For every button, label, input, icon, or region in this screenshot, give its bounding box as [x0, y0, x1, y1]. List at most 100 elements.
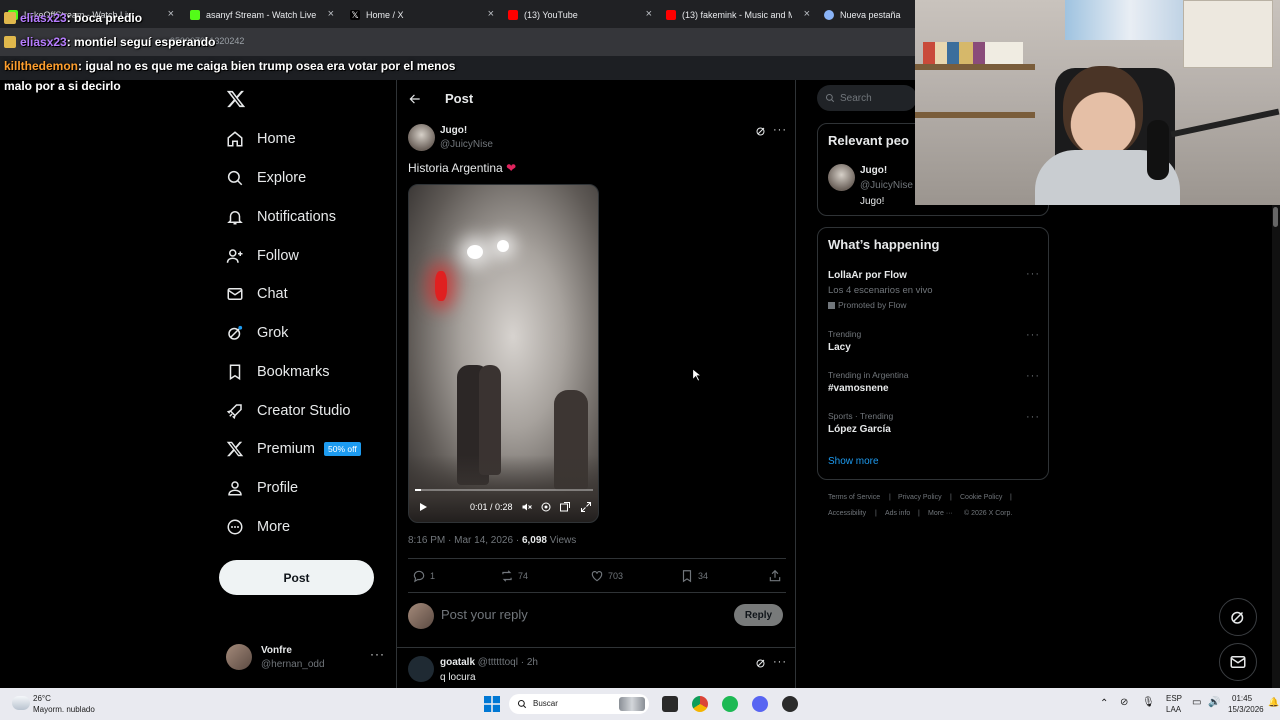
- footer-separator: |: [1010, 494, 1012, 501]
- file-explorer-icon[interactable]: [662, 696, 678, 712]
- windows-start-icon[interactable]: [484, 696, 500, 712]
- footer-link[interactable]: Ads info: [885, 510, 910, 517]
- sidebar-item-notifications[interactable]: Notifications: [226, 205, 336, 229]
- pip-icon[interactable]: [559, 501, 571, 513]
- more-dots-icon[interactable]: ···: [773, 124, 787, 136]
- follow-icon: [226, 249, 243, 263]
- sidebar-item-creator-studio[interactable]: Creator Studio: [226, 399, 351, 423]
- sidebar-item-more[interactable]: More: [226, 515, 290, 539]
- reply-action[interactable]: 1: [412, 569, 435, 583]
- sidebar-item-premium[interactable]: Premium 50% off: [226, 437, 361, 461]
- sidebar-item-profile[interactable]: Profile: [226, 476, 298, 500]
- post-button[interactable]: Post: [219, 560, 374, 595]
- sidebar-item-bookmarks[interactable]: Bookmarks: [226, 360, 330, 384]
- microphone-icon[interactable]: 🎙: [1142, 697, 1155, 708]
- discord-icon[interactable]: [752, 696, 768, 712]
- video-progress-track[interactable]: [415, 489, 593, 491]
- language-top[interactable]: ESP: [1166, 694, 1182, 703]
- divider: [397, 647, 795, 648]
- sidebar-item-follow[interactable]: Follow: [226, 244, 299, 268]
- display-icon[interactable]: ▭: [1192, 697, 1201, 708]
- x-logo-icon[interactable]: [226, 89, 246, 109]
- footer-link[interactable]: Privacy Policy: [898, 494, 942, 501]
- video-player[interactable]: 0:01 / 0:28: [408, 184, 599, 523]
- avatar[interactable]: [408, 656, 434, 682]
- fullscreen-icon[interactable]: [580, 501, 592, 513]
- footer-link[interactable]: Accessibility: [828, 510, 866, 517]
- search-input[interactable]: Search: [817, 85, 917, 111]
- grok-icon[interactable]: [755, 125, 767, 137]
- like-action[interactable]: 703: [590, 569, 623, 583]
- clock-date[interactable]: 15/3/2026: [1228, 705, 1264, 714]
- close-icon[interactable]: ×: [646, 8, 652, 20]
- footer-link[interactable]: Terms of Service: [828, 494, 880, 501]
- account-switcher[interactable]: Vonfre @hernan_odd ···: [226, 644, 386, 674]
- browser-tab[interactable]: Nueva pestaña: [816, 4, 915, 26]
- more-dots-icon[interactable]: ···: [1026, 329, 1040, 341]
- bookmark-action[interactable]: 34: [680, 569, 708, 583]
- close-icon[interactable]: ×: [804, 8, 810, 20]
- close-icon[interactable]: ×: [168, 8, 174, 20]
- reply-input[interactable]: Post your reply: [441, 607, 528, 622]
- author-handle[interactable]: @JuicyNise: [440, 139, 493, 150]
- language-bottom[interactable]: LAA: [1166, 705, 1181, 714]
- trend-title[interactable]: #vamosnene: [828, 383, 889, 394]
- close-icon[interactable]: ×: [328, 8, 334, 20]
- x-logo-icon: 𝕏: [350, 10, 360, 20]
- repost-action[interactable]: 74: [500, 569, 528, 583]
- footer-link[interactable]: Cookie Policy: [960, 494, 1002, 501]
- clock-time[interactable]: 01:45: [1232, 694, 1252, 703]
- relevant-name[interactable]: Jugo!: [860, 165, 887, 176]
- play-icon[interactable]: [417, 501, 429, 513]
- author-name[interactable]: Jugo!: [440, 125, 467, 136]
- browser-tab[interactable]: 𝕏 Home / X ×: [342, 4, 500, 26]
- more-dots-icon[interactable]: ···: [1026, 370, 1040, 382]
- back-arrow-icon[interactable]: [408, 92, 422, 106]
- avatar[interactable]: [828, 164, 855, 191]
- sidebar-item-label: Explore: [257, 170, 307, 186]
- notification-bell-icon[interactable]: 🔔: [1268, 697, 1279, 708]
- stage-light-red: [435, 271, 447, 301]
- more-dots-icon[interactable]: ···: [370, 647, 385, 661]
- reply-button[interactable]: Reply: [734, 604, 783, 626]
- share-icon[interactable]: [768, 569, 782, 583]
- chevron-up-icon[interactable]: ⌃: [1100, 698, 1108, 709]
- grok-fab[interactable]: [1219, 598, 1257, 636]
- close-icon[interactable]: ×: [488, 8, 494, 20]
- post-timestamp[interactable]: 8:16 PM · Mar 14, 2026 ·: [408, 535, 519, 546]
- obs-icon[interactable]: [782, 696, 798, 712]
- sidebar-item-chat[interactable]: Chat: [226, 282, 288, 306]
- scrollbar-thumb[interactable]: [1273, 207, 1278, 227]
- browser-tab[interactable]: (13) fakemink - Music and Me ×: [658, 4, 816, 26]
- sidebar-item-explore[interactable]: Explore: [226, 166, 306, 190]
- more-dots-icon[interactable]: ···: [773, 656, 787, 668]
- trend-title[interactable]: López García: [828, 424, 891, 435]
- sidebar-item-label: Premium: [257, 441, 316, 457]
- grok-icon[interactable]: [755, 657, 767, 669]
- taskbar-search[interactable]: Buscar: [509, 694, 649, 714]
- footer-link[interactable]: More ···: [928, 510, 953, 517]
- weather-desc[interactable]: Mayorm. nublado: [33, 705, 95, 714]
- network-off-icon[interactable]: ⊘: [1120, 697, 1128, 708]
- scrollbar[interactable]: [1272, 205, 1280, 688]
- messages-fab[interactable]: [1219, 643, 1257, 681]
- more-dots-icon[interactable]: ···: [1026, 268, 1040, 280]
- weather-icon[interactable]: [12, 696, 30, 710]
- footer-separator: |: [875, 510, 877, 517]
- sidebar-item-grok[interactable]: Grok: [226, 321, 288, 345]
- poster: [1183, 0, 1273, 68]
- trend-title[interactable]: LollaAr por Flow: [828, 270, 907, 281]
- show-more-link[interactable]: Show more: [828, 456, 879, 467]
- volume-icon[interactable]: [521, 501, 533, 513]
- settings-icon[interactable]: [540, 501, 552, 513]
- browser-tab[interactable]: (13) YouTube ×: [500, 4, 658, 26]
- more-dots-icon[interactable]: ···: [1026, 411, 1040, 423]
- browser-tab[interactable]: asanyf Stream - Watch Live on×: [182, 4, 340, 26]
- weather-temp[interactable]: 26°C: [33, 694, 51, 703]
- spotify-icon[interactable]: [722, 696, 738, 712]
- chrome-icon[interactable]: [692, 696, 708, 712]
- volume-icon[interactable]: 🔊: [1208, 697, 1220, 708]
- trend-title[interactable]: Lacy: [828, 342, 851, 353]
- sidebar-item-home[interactable]: Home: [226, 127, 296, 151]
- author-avatar[interactable]: [408, 124, 435, 151]
